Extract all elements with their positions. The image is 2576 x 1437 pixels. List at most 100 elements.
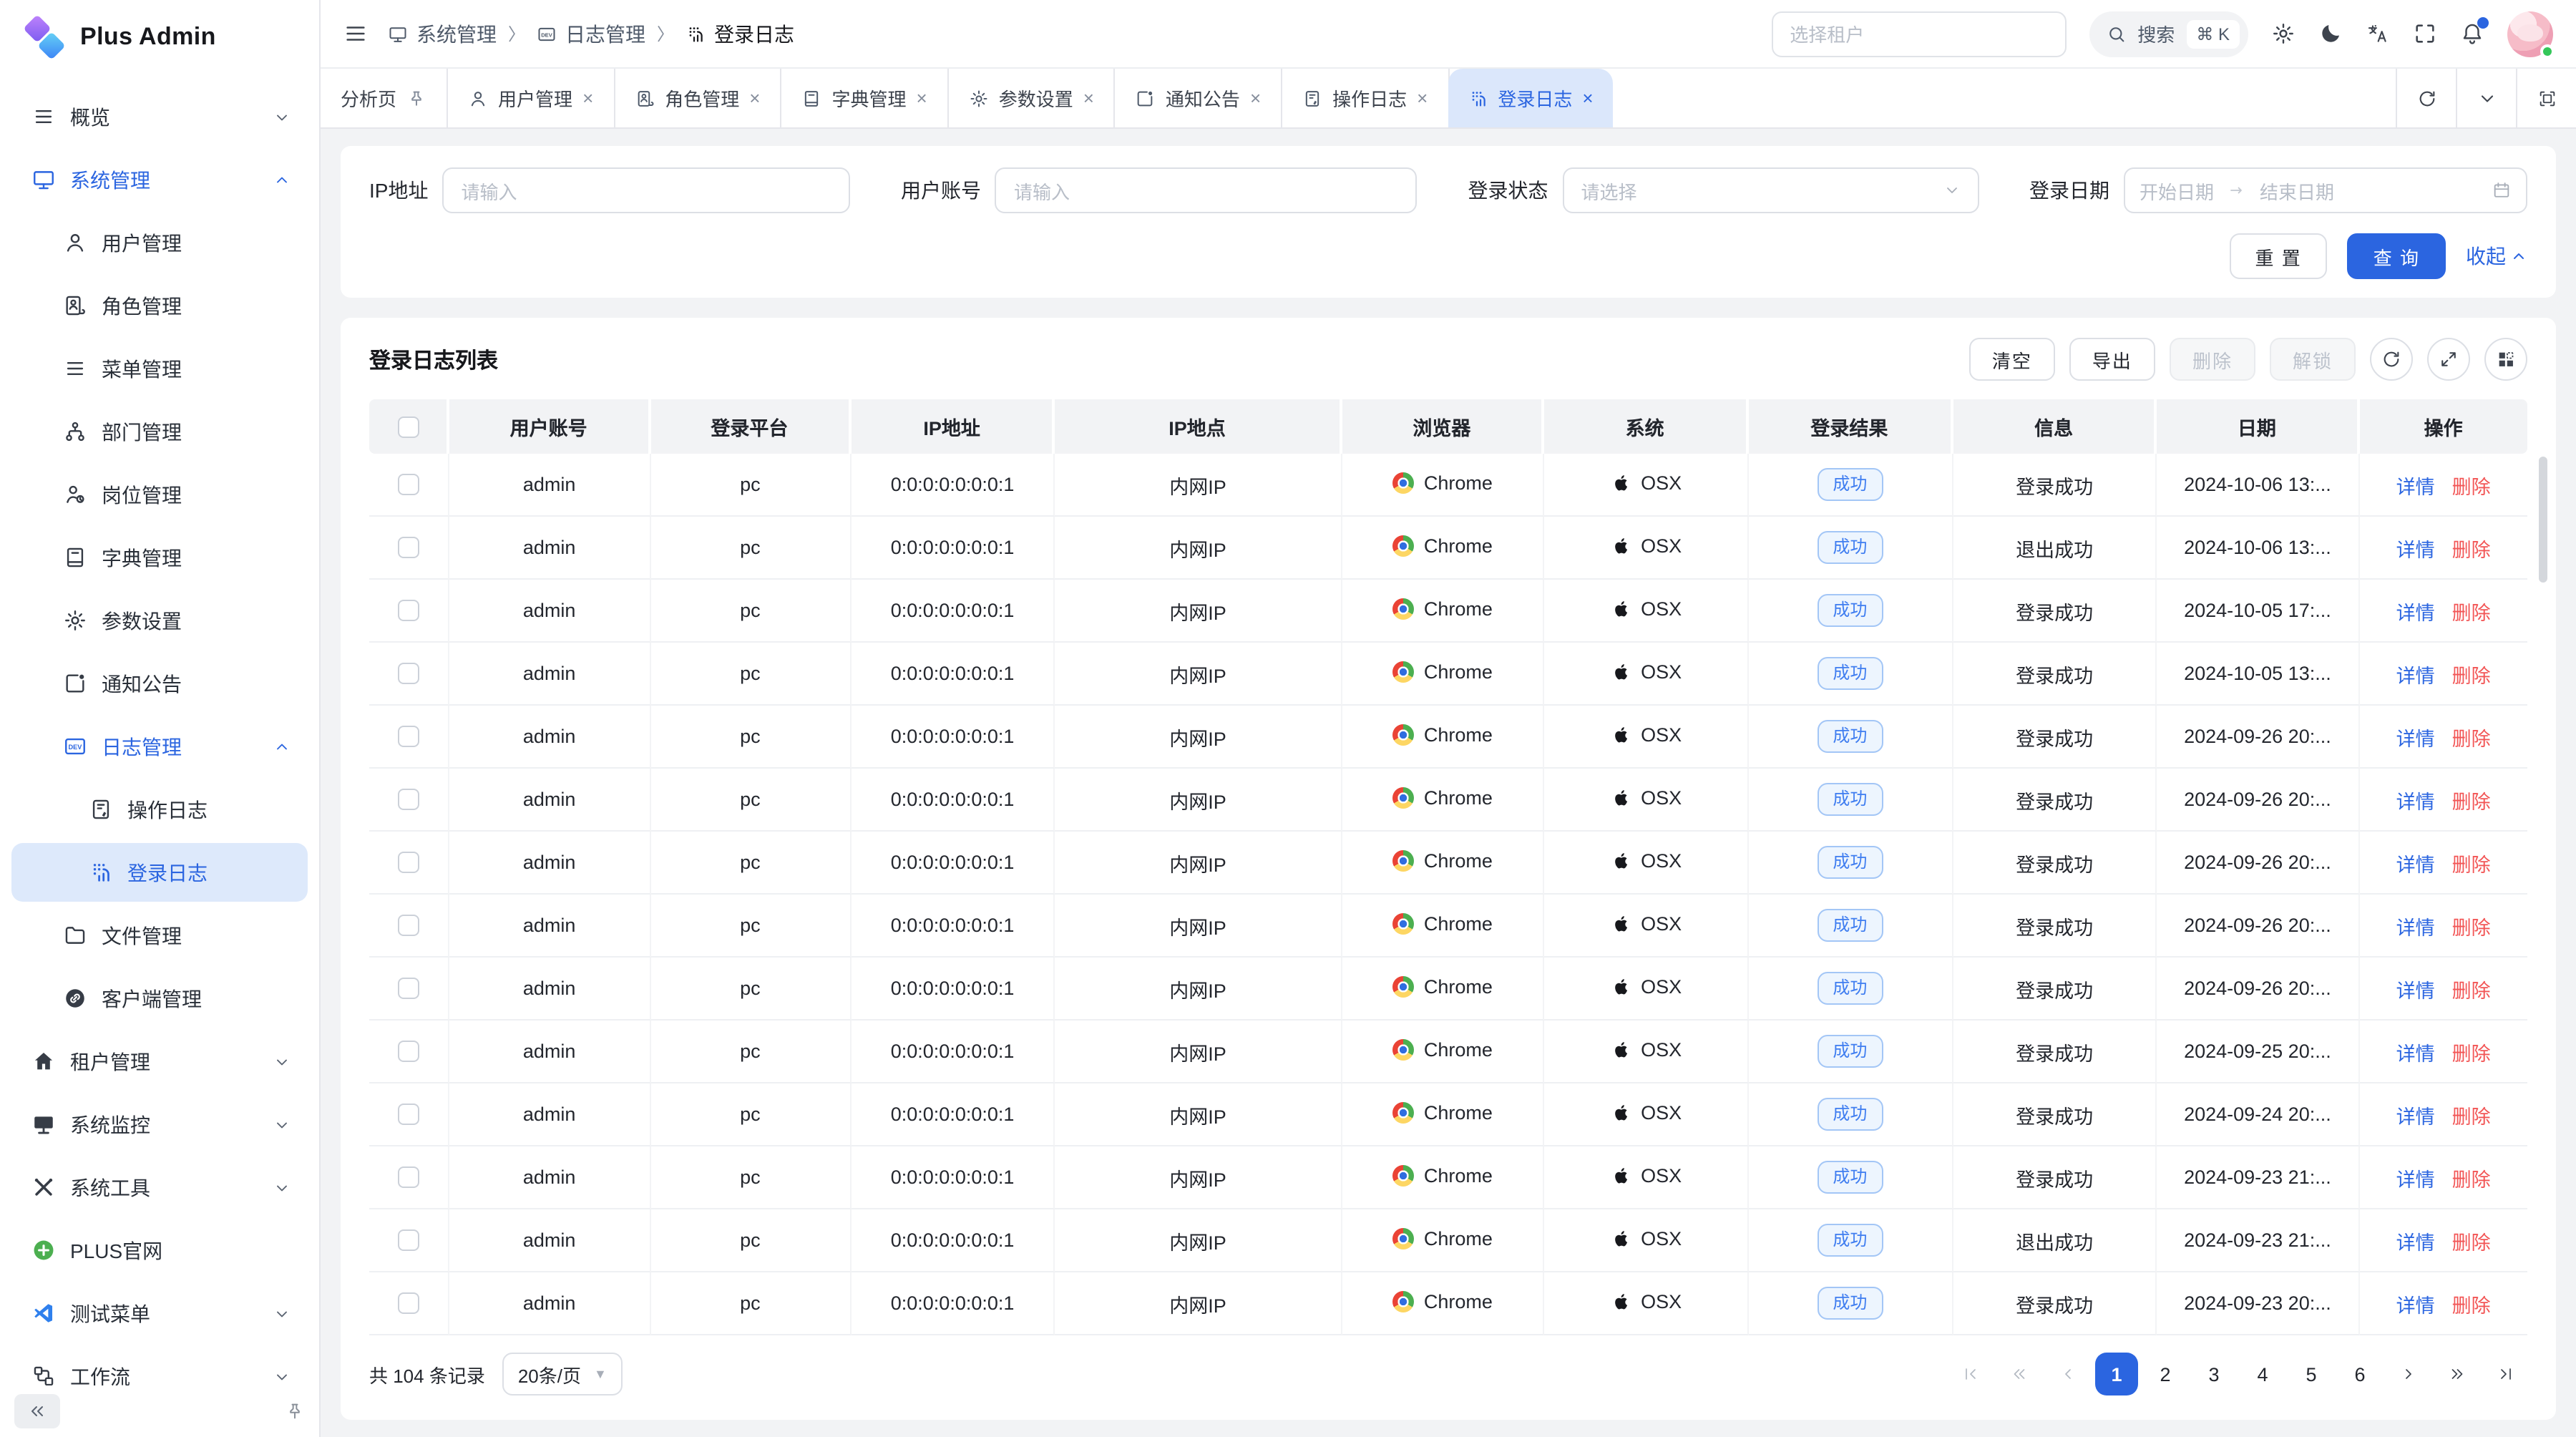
sidebar-item-7[interactable]: 字典管理 [11,528,308,587]
sidebar-item-8[interactable]: 参数设置 [11,591,308,650]
row-checkbox[interactable] [398,915,419,937]
sidebar-item-6[interactable]: 岗位管理 [11,465,308,524]
sidebar-item-17[interactable]: 系统工具 [11,1158,308,1217]
detail-link[interactable]: 详情 [2396,917,2435,938]
tab-0[interactable]: 分析页 [321,69,448,127]
breadcrumb-item-1[interactable]: DEV日志管理 [537,19,645,48]
tab-close-icon[interactable]: × [1083,89,1094,107]
pagination-page-1[interactable]: 1 [2095,1353,2138,1395]
clear-button[interactable]: 清空 [1969,338,2055,381]
detail-link[interactable]: 详情 [2396,1106,2435,1127]
table-refresh-icon[interactable] [2370,338,2413,381]
delete-link[interactable]: 删除 [2452,1106,2491,1127]
sidebar-item-11[interactable]: 操作日志 [11,780,308,839]
sidebar-item-4[interactable]: 菜单管理 [11,339,308,398]
detail-link[interactable]: 详情 [2396,602,2435,623]
delete-link[interactable]: 删除 [2452,476,2491,497]
table-columns-grid-icon[interactable] [2484,338,2527,381]
pagination-prev-5-pages[interactable] [1998,1353,2041,1395]
sidebar-item-10[interactable]: DEV日志管理 [11,717,308,776]
status-filter-select[interactable]: 请选择 [1562,167,1979,213]
sidebar-collapse-button[interactable] [14,1394,60,1428]
sidebar-pin-icon[interactable] [285,1401,305,1421]
tab-close-icon[interactable]: × [1417,89,1428,107]
table-scrollbar[interactable] [2539,457,2547,583]
delete-link[interactable]: 删除 [2452,1295,2491,1316]
tab-7[interactable]: 登录日志× [1448,69,1613,127]
account-filter-input[interactable]: 请输入 [995,167,1418,213]
breadcrumb-item-2[interactable]: 登录日志 [686,19,794,48]
export-button[interactable]: 导出 [2069,338,2155,381]
detail-link[interactable]: 详情 [2396,1169,2435,1190]
detail-link[interactable]: 详情 [2396,539,2435,560]
tabs-more-chevron-icon[interactable] [2456,69,2516,127]
notifications-bell-icon[interactable] [2460,21,2484,46]
row-checkbox[interactable] [398,1293,419,1315]
row-checkbox[interactable] [398,1167,419,1189]
sidebar-item-2[interactable]: 用户管理 [11,213,308,272]
row-checkbox[interactable] [398,1230,419,1252]
detail-link[interactable]: 详情 [2396,791,2435,812]
tab-6[interactable]: 操作日志× [1282,69,1449,127]
delete-link[interactable]: 删除 [2452,1043,2491,1064]
row-checkbox[interactable] [398,789,419,811]
row-checkbox[interactable] [398,474,419,496]
row-checkbox[interactable] [398,600,419,622]
delete-button[interactable]: 删除 [2170,338,2255,381]
sidebar-item-1[interactable]: 系统管理 [11,150,308,209]
tenant-select[interactable]: 选择租户 [1771,11,2066,57]
pagination-page-2[interactable]: 2 [2144,1353,2187,1395]
tab-close-icon[interactable]: × [917,89,927,107]
delete-link[interactable]: 删除 [2452,539,2491,560]
sidebar-item-5[interactable]: 部门管理 [11,402,308,461]
row-checkbox[interactable] [398,978,419,1000]
sidebar-item-16[interactable]: 系统监控 [11,1095,308,1154]
user-avatar[interactable] [2507,11,2553,57]
tab-1[interactable]: 用户管理× [448,69,615,127]
tab-close-icon[interactable]: × [582,89,593,107]
sidebar-item-15[interactable]: 租户管理 [11,1032,308,1091]
tab-5[interactable]: 通知公告× [1116,69,1282,127]
pagination-page-6[interactable]: 6 [2338,1353,2381,1395]
sidebar-item-12[interactable]: 登录日志 [11,843,308,902]
pagination-page-4[interactable]: 4 [2241,1353,2284,1395]
delete-link[interactable]: 删除 [2452,728,2491,749]
pagination-page-3[interactable]: 3 [2192,1353,2235,1395]
collapse-filters-link[interactable]: 收起 [2466,242,2527,271]
detail-link[interactable]: 详情 [2396,476,2435,497]
row-checkbox[interactable] [398,1041,419,1063]
translate-icon[interactable] [2366,21,2390,46]
select-all-checkbox[interactable] [397,417,419,438]
sidebar-item-0[interactable]: 概览 [11,87,308,146]
delete-link[interactable]: 删除 [2452,602,2491,623]
delete-link[interactable]: 删除 [2452,980,2491,1001]
content-fullscreen-icon[interactable] [2516,69,2576,127]
sidebar-item-13[interactable]: 文件管理 [11,906,308,965]
tab-3[interactable]: 字典管理× [781,69,948,127]
delete-link[interactable]: 删除 [2452,1232,2491,1253]
pagination-next-5-pages[interactable] [2436,1353,2479,1395]
page-size-select[interactable]: 20条/页 ▼ [502,1353,623,1395]
detail-link[interactable]: 详情 [2396,980,2435,1001]
detail-link[interactable]: 详情 [2396,665,2435,686]
delete-link[interactable]: 删除 [2452,854,2491,875]
detail-link[interactable]: 详情 [2396,854,2435,875]
tab-4[interactable]: 参数设置× [949,69,1116,127]
detail-link[interactable]: 详情 [2396,1295,2435,1316]
tab-close-icon[interactable]: × [1582,89,1593,107]
pagination-next-page[interactable] [2387,1353,2430,1395]
dark-mode-moon-icon[interactable] [2318,21,2343,46]
ip-filter-input[interactable]: 请输入 [442,167,850,213]
pagination-last-page[interactable] [2484,1353,2527,1395]
row-checkbox[interactable] [398,663,419,685]
fullscreen-icon[interactable] [2413,21,2437,46]
tab-close-icon[interactable]: × [749,89,760,107]
detail-link[interactable]: 详情 [2396,728,2435,749]
breadcrumb-item-0[interactable]: 系统管理 [388,19,497,48]
reset-button[interactable]: 重 置 [2230,233,2328,279]
tab-close-icon[interactable]: × [1250,89,1261,107]
detail-link[interactable]: 详情 [2396,1232,2435,1253]
delete-link[interactable]: 删除 [2452,791,2491,812]
sidebar-item-14[interactable]: 客户端管理 [11,969,308,1028]
delete-link[interactable]: 删除 [2452,917,2491,938]
